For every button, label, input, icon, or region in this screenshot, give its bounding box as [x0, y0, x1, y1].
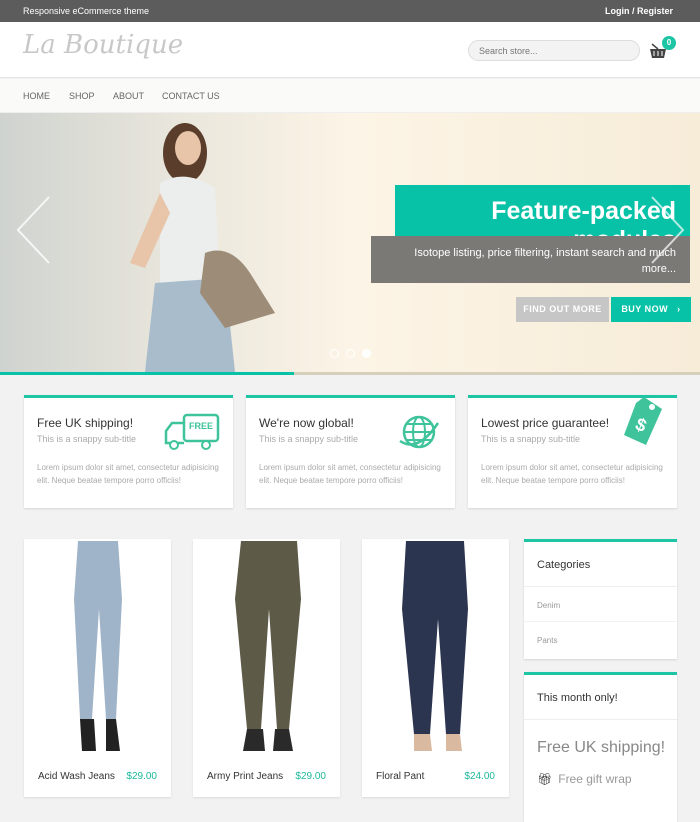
promo-title: This month only!: [524, 675, 677, 720]
feature-body: Lorem ipsum dolor sit amet, consectetur …: [481, 463, 663, 485]
category-pants[interactable]: Pants: [524, 622, 677, 657]
logo[interactable]: La Boutique: [23, 30, 183, 60]
hero-subline: Isotope listing, price filtering, instan…: [371, 236, 690, 283]
product-image-floral-pant: [402, 541, 468, 751]
buy-now-label: BUY NOW: [621, 304, 669, 314]
globe-icon: [399, 415, 440, 449]
feature-card-global: We're now global! This is a snappy sub-t…: [246, 395, 455, 508]
categories-title: Categories: [524, 542, 677, 587]
feature-subtitle: This is a snappy sub-title: [259, 434, 359, 444]
slider-progress-fill: [0, 372, 294, 375]
nav-shop[interactable]: SHOP: [69, 91, 95, 101]
price-tag-icon: $: [624, 397, 662, 445]
category-denim[interactable]: Denim: [524, 587, 677, 622]
slide-dot-1[interactable]: [330, 349, 339, 358]
feature-title: We're now global!: [259, 416, 354, 430]
feature-body: Lorem ipsum dolor sit amet, consectetur …: [37, 463, 219, 485]
product-name[interactable]: Floral Pant: [376, 771, 424, 782]
buy-now-button[interactable]: BUY NOW ›: [611, 297, 691, 322]
slide-dot-3-active[interactable]: [362, 349, 371, 358]
product-image-acid-wash-jeans: [74, 541, 122, 751]
feature-title: Free UK shipping!: [37, 416, 134, 430]
product-price: $24.00: [464, 771, 495, 782]
feature-subtitle: This is a snappy sub-title: [37, 434, 137, 444]
promo-headline: Free UK shipping!: [537, 739, 666, 756]
slider-progress-bar: [0, 372, 700, 375]
feature-body: Lorem ipsum dolor sit amet, consectetur …: [259, 463, 441, 485]
feature-card-price: Lowest price guarantee! This is a snappy…: [468, 395, 677, 508]
nav-home[interactable]: HOME: [23, 91, 50, 101]
login-register-link[interactable]: Login / Register: [605, 6, 673, 16]
search-input[interactable]: [468, 40, 640, 61]
free-icon-text: FREE: [189, 421, 213, 431]
nav-contact-us[interactable]: CONTACT US: [162, 91, 220, 101]
product-name[interactable]: Acid Wash Jeans: [38, 771, 115, 782]
feature-subtitle: This is a snappy sub-title: [481, 434, 581, 444]
previous-slide-arrow-icon[interactable]: [14, 195, 54, 265]
feature-title: Lowest price guarantee!: [481, 416, 610, 430]
promo-widget: This month only! Free UK shipping! 🎁︎ Fre…: [524, 672, 677, 822]
product-price: $29.00: [295, 771, 326, 782]
top-bar: Responsive eCommerce theme Login / Regis…: [0, 0, 700, 22]
hero-slider: Feature-packed modules Isotope listing, …: [0, 113, 700, 372]
product-card[interactable]: Acid Wash Jeans $29.00: [24, 539, 171, 797]
chevron-right-icon: ›: [677, 304, 681, 314]
promo-item: 🎁︎ Free gift wrap: [537, 772, 632, 786]
next-slide-arrow-icon[interactable]: [648, 195, 688, 265]
header: La Boutique 0: [0, 22, 700, 78]
hero-headline: Feature-packed modules: [395, 185, 690, 254]
main-nav: HOME SHOP ABOUT CONTACT US: [0, 79, 700, 113]
promo-item-label: Free gift wrap: [558, 772, 632, 786]
cart-count-badge: 0: [662, 36, 676, 50]
find-out-more-button[interactable]: FIND OUT MORE: [516, 297, 609, 322]
product-image-army-print-jeans: [235, 541, 301, 751]
product-card[interactable]: Floral Pant $24.00: [362, 539, 509, 797]
free-shipping-truck-icon: FREE: [164, 413, 220, 450]
gift-icon: 🎁︎: [537, 772, 553, 786]
feature-card-shipping: Free UK shipping! This is a snappy sub-t…: [24, 395, 233, 508]
product-card[interactable]: Army Print Jeans $29.00: [193, 539, 340, 797]
product-price: $29.00: [126, 771, 157, 782]
hero-model-image: [130, 123, 275, 372]
slide-dot-2[interactable]: [346, 349, 355, 358]
product-name[interactable]: Army Print Jeans: [207, 771, 283, 782]
categories-widget: Categories Denim Pants: [524, 539, 677, 659]
nav-about[interactable]: ABOUT: [113, 91, 144, 101]
tagline: Responsive eCommerce theme: [23, 6, 150, 16]
